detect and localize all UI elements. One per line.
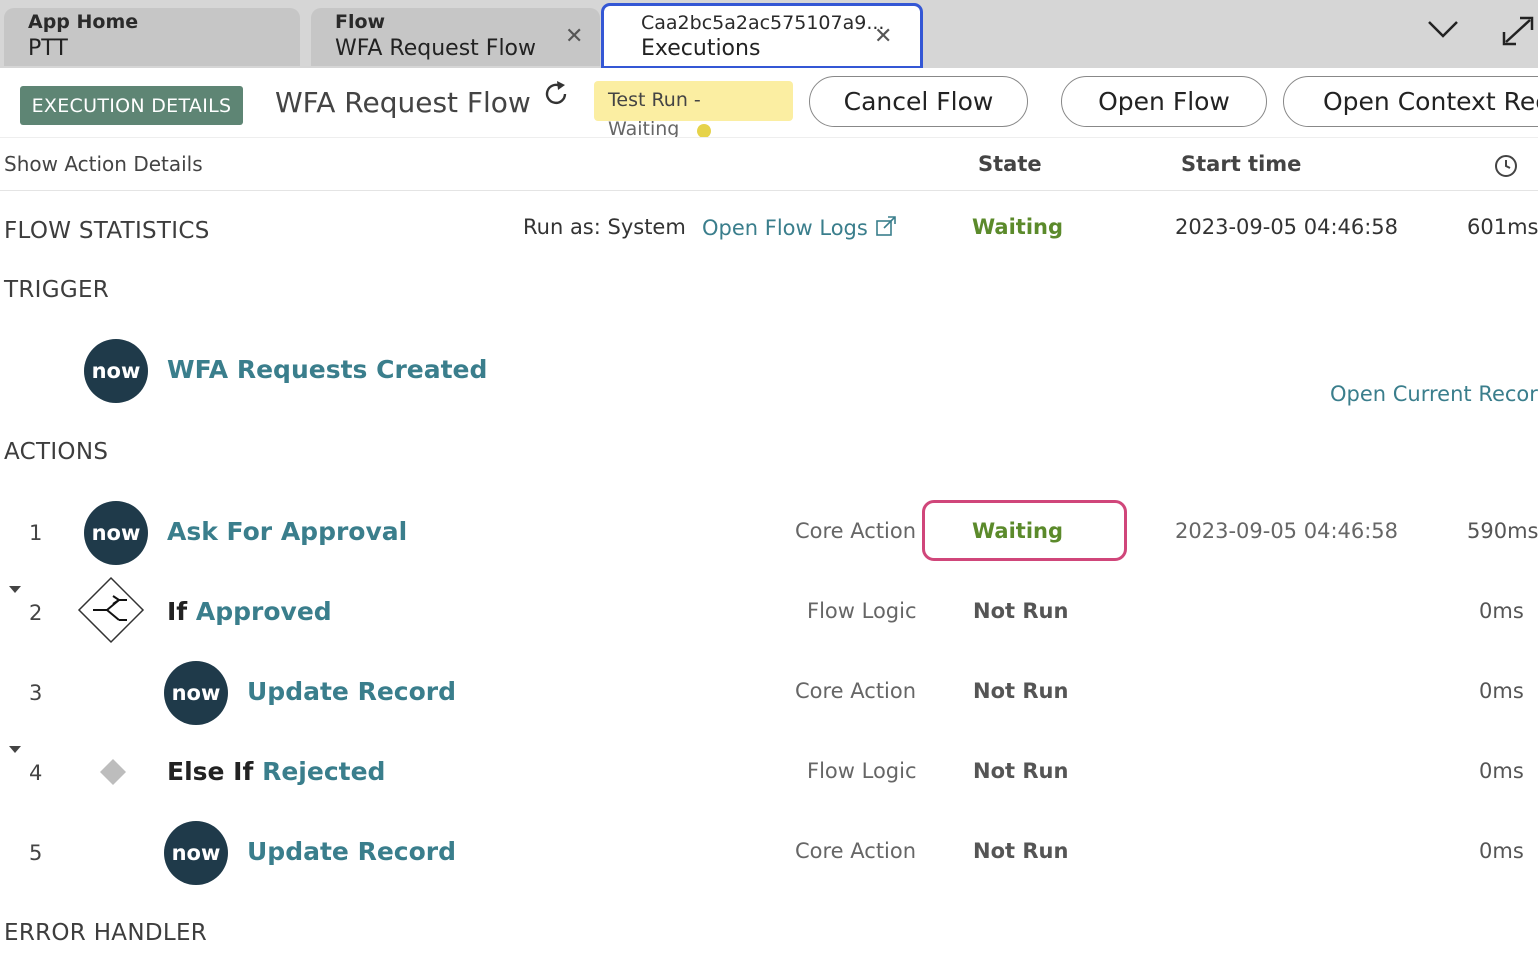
tab-executions[interactable]: Caa2bc5a2ac575107a9... Executions ✕ [601, 3, 923, 69]
clock-icon [1495, 155, 1517, 177]
external-link-icon [875, 216, 896, 236]
close-icon[interactable]: ✕ [565, 24, 583, 49]
collapse-caret-icon[interactable] [9, 586, 21, 593]
test-run-status: Test Run - Waiting [594, 81, 793, 140]
condition-name-link[interactable]: Approved [196, 597, 332, 626]
row-number: 4 [29, 761, 43, 785]
flow-start-time: 2023-09-05 04:46:58 [1175, 215, 1399, 239]
action-state: Not Run [973, 759, 1069, 783]
action-state: Not Run [973, 679, 1069, 703]
close-icon[interactable]: ✕ [874, 24, 892, 49]
row-number: 2 [29, 601, 43, 625]
open-current-record-link[interactable]: Open Current Record [1330, 382, 1538, 406]
svg-text:now: now [92, 359, 141, 383]
tab-bar: App Home PTT Flow WFA Request Flow ✕ Caa… [0, 0, 1538, 69]
state-column-header: State [978, 152, 1042, 176]
tab-title: Flow [335, 11, 386, 33]
open-flow-logs-label: Open Flow Logs [702, 216, 868, 240]
action-type: Core Action [795, 839, 917, 863]
action-name-link[interactable]: Update Record [247, 837, 456, 866]
row-number: 5 [29, 841, 43, 865]
now-logo-icon: now [164, 821, 228, 885]
trigger-name-link[interactable]: WFA Requests Created [167, 355, 487, 384]
now-logo-icon: now [84, 501, 148, 565]
error-handler-heading: ERROR HANDLER [4, 920, 208, 946]
chevron-down-icon[interactable] [1426, 14, 1460, 44]
logic-prefix: Else If [167, 757, 254, 786]
run-as-label: Run as: System [523, 215, 686, 239]
action-state: Waiting [972, 519, 1064, 543]
open-flow-button[interactable]: Open Flow [1061, 76, 1267, 127]
open-flow-logs-link[interactable]: Open Flow Logs [702, 215, 897, 240]
execution-header: EXECUTION DETAILS WFA Request Flow Test … [0, 68, 1538, 140]
action-name-link[interactable]: Ask For Approval [167, 517, 407, 546]
column-header: Show Action Details State Start time [0, 137, 1538, 191]
action-name-link[interactable]: Update Record [247, 677, 456, 706]
collapse-caret-icon[interactable] [9, 746, 21, 753]
flow-state: Waiting [972, 215, 1064, 239]
action-state: Not Run [973, 599, 1069, 623]
flow-title: WFA Request Flow [275, 86, 531, 119]
action-type: Core Action [795, 519, 917, 543]
now-logo-icon: now [84, 339, 148, 403]
flow-duration: 601ms [1467, 215, 1538, 239]
action-duration: 0ms [1479, 839, 1524, 863]
action-type: Core Action [795, 679, 917, 703]
execution-details-badge: EXECUTION DETAILS [20, 86, 243, 125]
svg-text:now: now [172, 681, 221, 705]
row-number: 3 [29, 681, 43, 705]
trigger-heading: TRIGGER [4, 277, 110, 303]
tab-title: Caa2bc5a2ac575107a9... [641, 12, 885, 34]
action-type: Flow Logic [807, 759, 917, 783]
action-duration: 590ms [1467, 519, 1538, 543]
open-context-record-button[interactable]: Open Context Rec [1283, 76, 1538, 127]
tab-subtitle: PTT [28, 36, 68, 61]
svg-text:now: now [92, 521, 141, 545]
flow-logic-branch-icon [77, 576, 145, 644]
tab-title: App Home [28, 11, 139, 33]
expand-icon[interactable] [1500, 14, 1536, 48]
status-label: Test Run - [608, 89, 701, 111]
flow-logic-diamond-icon [100, 759, 126, 785]
row-number: 1 [29, 521, 43, 545]
action-type: Flow Logic [807, 599, 917, 623]
svg-text:now: now [172, 841, 221, 865]
action-state: Not Run [973, 839, 1069, 863]
action-duration: 0ms [1479, 599, 1524, 623]
action-duration: 0ms [1479, 759, 1524, 783]
actions-heading: ACTIONS [4, 439, 109, 465]
status-dot-icon [697, 124, 711, 138]
cancel-flow-button[interactable]: Cancel Flow [809, 76, 1028, 127]
flow-statistics-heading: FLOW STATISTICS [4, 218, 210, 244]
condition-name-link[interactable]: Rejected [262, 757, 385, 786]
tab-flow[interactable]: Flow WFA Request Flow ✕ [311, 8, 600, 66]
show-action-details-toggle[interactable]: Show Action Details [4, 152, 203, 176]
flow-logic-label: If Approved [167, 597, 332, 626]
now-logo-icon: now [164, 661, 228, 725]
flow-logic-label: Else If Rejected [167, 757, 385, 786]
start-time-column-header: Start time [1181, 152, 1302, 176]
action-duration: 0ms [1479, 679, 1524, 703]
logic-prefix: If [167, 597, 188, 626]
action-start-time: 2023-09-05 04:46:58 [1175, 519, 1399, 543]
tab-subtitle: WFA Request Flow [335, 36, 537, 61]
tab-subtitle: Executions [641, 36, 761, 61]
refresh-icon[interactable] [543, 80, 571, 108]
tab-app-home[interactable]: App Home PTT [4, 8, 300, 66]
